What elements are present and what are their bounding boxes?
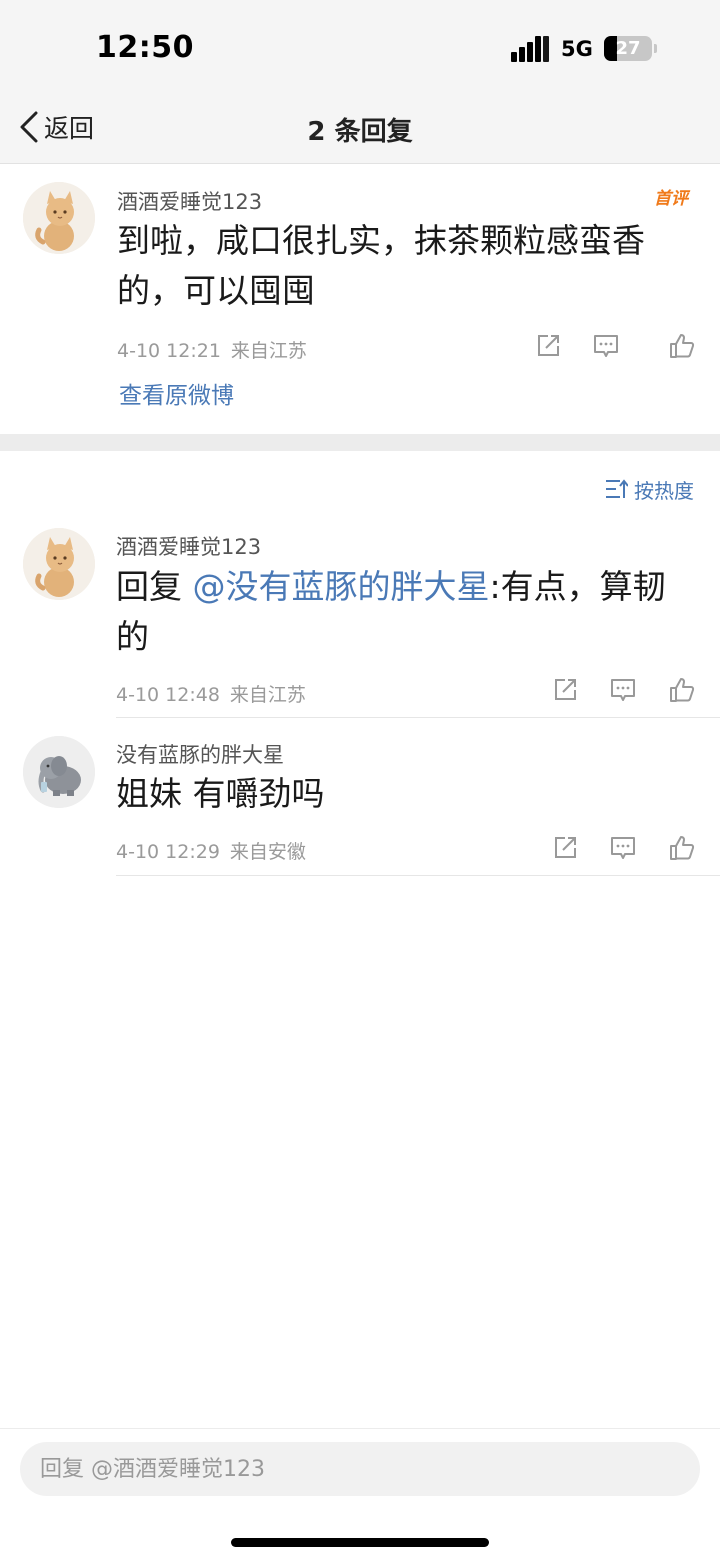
thumbs-up-icon: [670, 678, 695, 702]
nav-bar: 返回 2 条回复: [0, 95, 720, 164]
reply-username[interactable]: 酒酒爱睡觉123: [116, 531, 261, 561]
post-meta: 4-10 12:21 来自江苏: [117, 336, 307, 363]
comment-button[interactable]: [609, 834, 637, 862]
reply-input[interactable]: [20, 1442, 700, 1496]
thumbs-up-icon: [670, 836, 695, 860]
reply-content: 回复 @没有蓝豚的胖大星:有点，算韧的: [116, 562, 696, 662]
page-title: 2 条回复: [307, 117, 413, 147]
like-button[interactable]: [668, 676, 696, 704]
reply-location: 来自安徽: [229, 841, 306, 863]
reply-location: 来自江苏: [229, 684, 306, 706]
comment-button[interactable]: [592, 332, 620, 360]
network-type: 5G: [561, 37, 593, 61]
post-content: 到啦，咸口很扎实，抹茶颗粒感蛮香的，可以囤囤: [117, 221, 645, 310]
avatar[interactable]: [23, 182, 95, 254]
share-button[interactable]: [534, 332, 562, 360]
reply-meta: 4-10 12:48 来自江苏: [116, 680, 306, 707]
share-icon: [555, 679, 576, 700]
mention-link[interactable]: @没有蓝豚的胖大星: [193, 567, 490, 606]
first-comment-badge: 首评: [654, 189, 688, 209]
reply-date: 4-10 12:29: [116, 841, 220, 863]
post-username[interactable]: 酒酒爱睡觉123: [117, 186, 262, 216]
section-divider: [0, 434, 720, 451]
reply-item: 没有蓝豚的胖大星 姐妹 有嚼劲吗 4-10 12:29 来自安徽: [0, 718, 720, 876]
battery-tip: [654, 44, 657, 53]
battery-level: 27: [615, 38, 641, 59]
comment-icon: [611, 837, 635, 859]
elephant-avatar-icon: [23, 736, 95, 808]
reply-username[interactable]: 没有蓝豚的胖大星: [116, 739, 284, 769]
reply-meta: 4-10 12:29 来自安徽: [116, 837, 306, 864]
view-original-link[interactable]: 查看原微博: [119, 376, 234, 410]
home-indicator[interactable]: [231, 1538, 489, 1547]
post-date: 4-10 12:21: [117, 340, 221, 362]
avatar[interactable]: [23, 736, 95, 808]
comment-icon: [611, 679, 635, 701]
comment-button[interactable]: [609, 676, 637, 704]
thumbs-up-icon: [670, 334, 695, 358]
cat-avatar-icon: [23, 528, 95, 600]
avatar[interactable]: [23, 528, 95, 600]
reply-content: 姐妹 有嚼劲吗: [116, 774, 325, 813]
reply-item: 酒酒爱睡觉123 回复 @没有蓝豚的胖大星:有点，算韧的 4-10 12:48 来…: [0, 520, 720, 718]
signal-icon: [511, 36, 549, 62]
post-location: 来自江苏: [230, 340, 307, 362]
comment-icon: [594, 335, 618, 357]
share-icon: [538, 335, 559, 356]
cat-avatar-icon: [23, 182, 95, 254]
status-time: 12:50: [96, 30, 194, 65]
share-icon: [555, 837, 576, 858]
sort-button[interactable]: 按热度: [604, 474, 694, 504]
reply-prefix: 回复: [116, 567, 193, 606]
status-bar: 12:50 5G 27: [0, 0, 720, 95]
share-button[interactable]: [551, 676, 579, 704]
sort-icon: [606, 479, 628, 498]
share-button[interactable]: [551, 834, 579, 862]
reply-date: 4-10 12:48: [116, 684, 220, 706]
divider: [116, 875, 720, 876]
sort-label: 按热度: [634, 478, 694, 503]
reply-composer: [0, 1428, 720, 1560]
like-button[interactable]: [668, 834, 696, 862]
original-comment: 酒酒爱睡觉123 首评 到啦，咸口很扎实，抹茶颗粒感蛮香的，可以囤囤 4-10 …: [0, 164, 720, 434]
battery-icon: 27: [604, 36, 652, 61]
like-button[interactable]: [668, 332, 696, 360]
